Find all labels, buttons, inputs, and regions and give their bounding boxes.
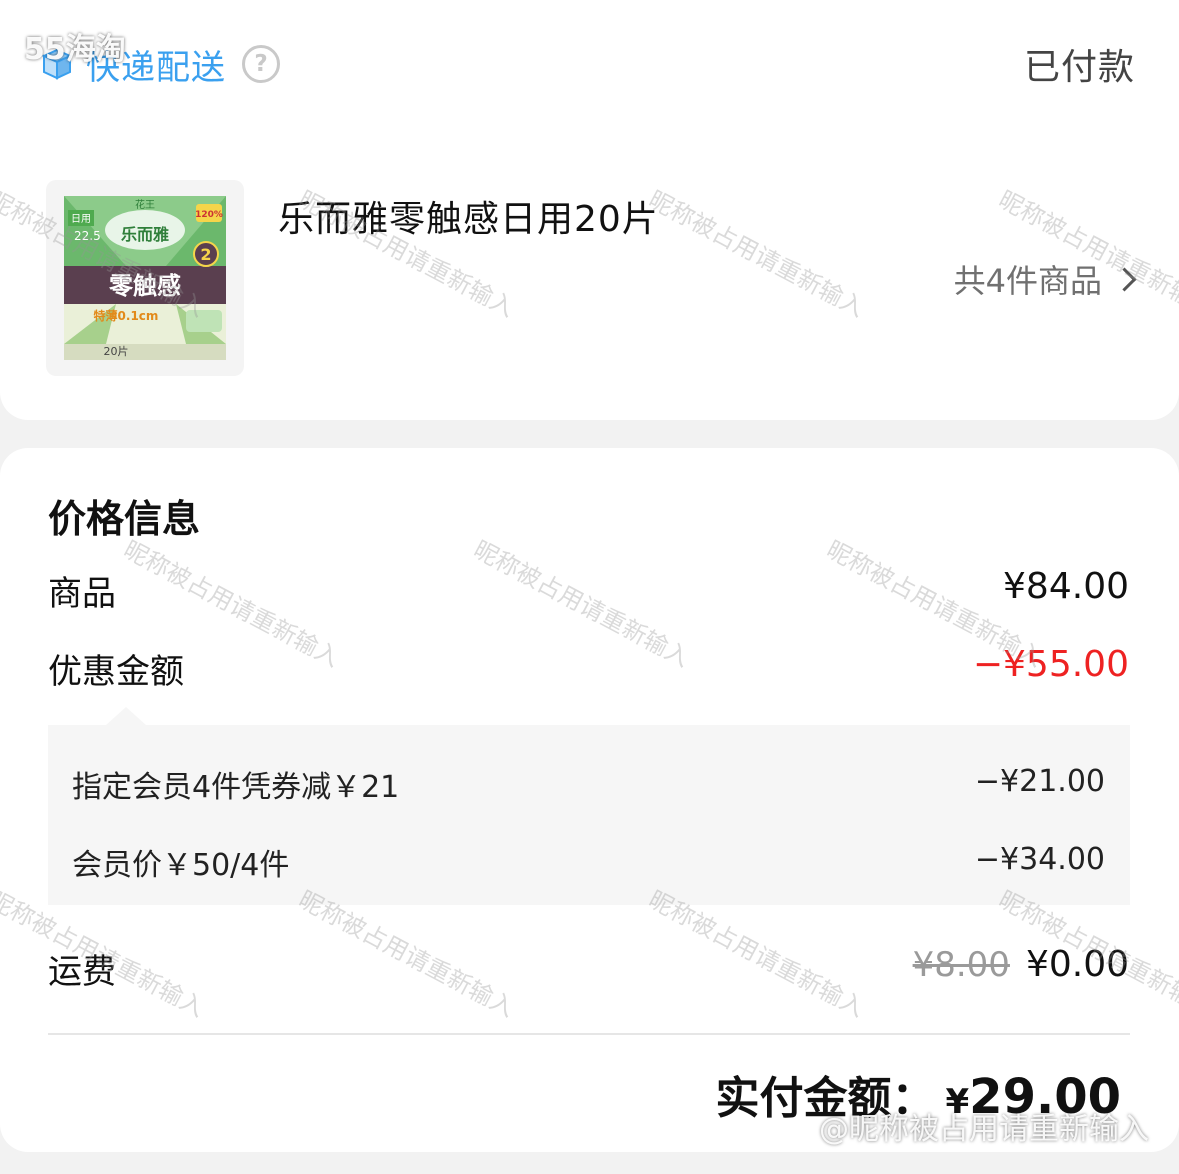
shipping-label: 运费 — [48, 952, 116, 992]
product-package-image: 日用 22.5 花王 乐而雅 120% 2 零触感 特薄0.1cm 20片 — [64, 196, 226, 360]
order-status: 已付款 — [1023, 47, 1135, 88]
watermark-logo: 55海淘 — [24, 32, 126, 67]
product-name[interactable]: 乐而雅零触感日用20片 — [278, 190, 659, 242]
goods-label: 商品 — [48, 574, 116, 614]
help-icon[interactable]: ? — [242, 45, 280, 83]
discount-detail-label: 会员价￥50/4件 — [72, 848, 290, 883]
goods-value: ¥84.00 — [1003, 566, 1129, 607]
watermark-bottom: @昵称被占用请重新输入 — [819, 1112, 1149, 1147]
item-count-link[interactable]: 共4件商品 — [953, 256, 1137, 302]
item-count-label: 共4件商品 — [953, 262, 1102, 300]
shipping-value: ¥0.00 — [1025, 944, 1129, 985]
chevron-right-icon — [1112, 266, 1137, 292]
product-thumbnail[interactable]: 日用 22.5 花王 乐而雅 120% 2 零触感 特薄0.1cm 20片 — [46, 180, 244, 376]
pkg-tag-daily: 日用 — [71, 214, 91, 225]
price-info-title: 价格信息 — [48, 497, 201, 541]
pkg-thin: 特薄0.1cm — [94, 308, 159, 323]
pkg-promo: 120% — [195, 210, 223, 220]
pkg-pieces: 20片 — [104, 345, 129, 358]
discount-detail-label: 指定会员4件凭券减￥21 — [72, 770, 400, 805]
discount-detail-value: −¥21.00 — [974, 764, 1105, 799]
pkg-brand-name: 零触感 — [108, 271, 181, 300]
pkg-brand-top: 花王 — [135, 198, 155, 211]
pkg-brand-mid: 乐而雅 — [121, 225, 169, 244]
detail-pointer — [106, 707, 146, 725]
pkg-size: 22.5 — [74, 229, 101, 243]
shipping-original-price: ¥8.00 — [912, 945, 1010, 985]
shipping-value-group: ¥8.00 ¥0.00 — [913, 944, 1129, 985]
divider — [48, 1033, 1130, 1035]
pkg-badge: 2 — [200, 245, 211, 264]
discount-detail-value: −¥34.00 — [974, 842, 1105, 877]
order-card: 快递配送 ? 已付款 日用 22.5 花王 乐而雅 120% 2 零触感 特薄0… — [0, 0, 1179, 420]
discount-value: −¥55.00 — [972, 644, 1129, 685]
discount-label: 优惠金额 — [48, 652, 184, 692]
